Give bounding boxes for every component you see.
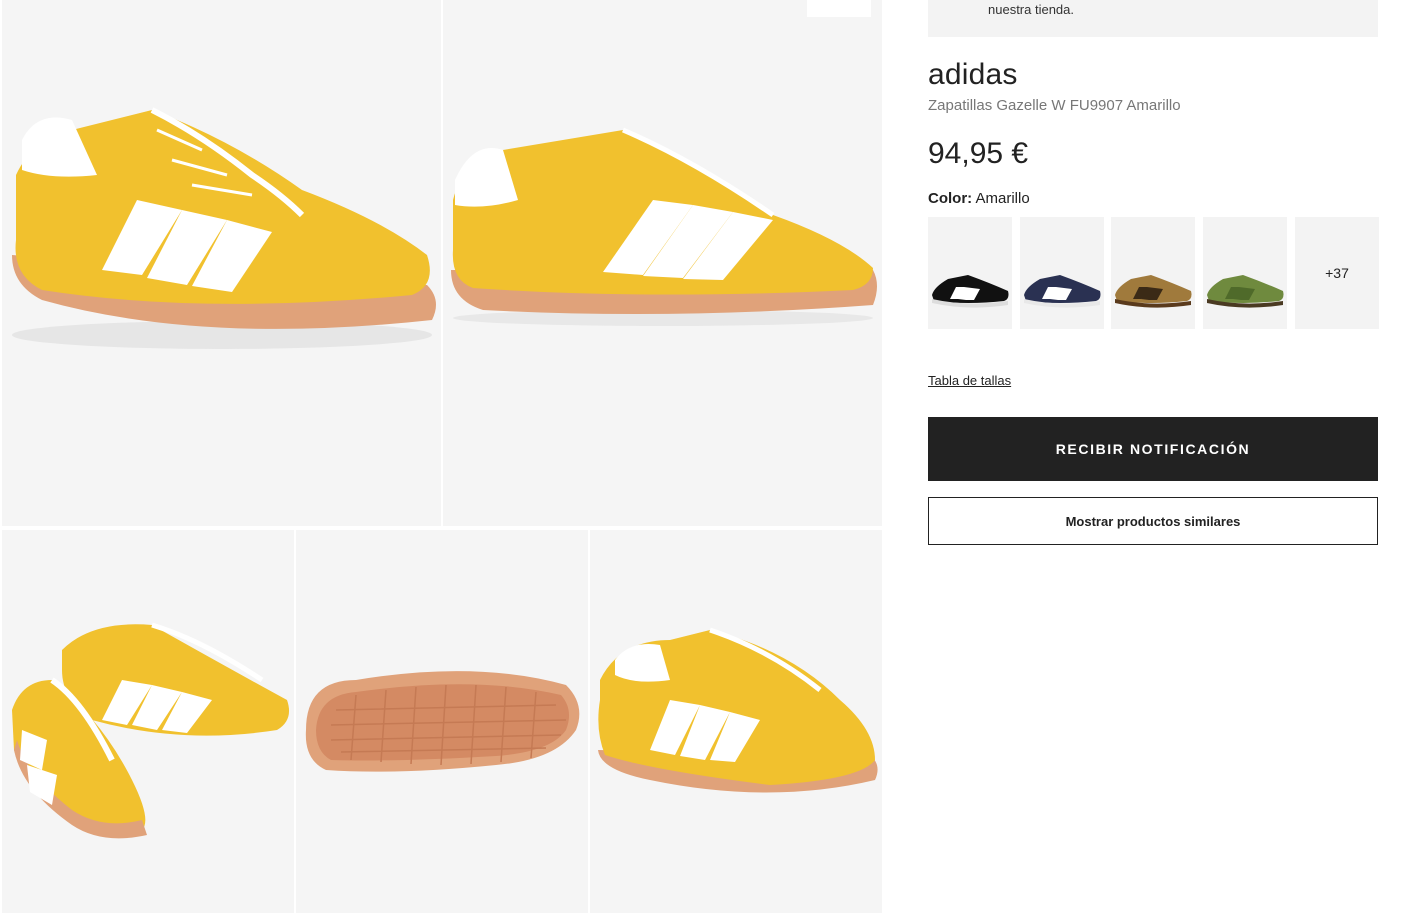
store-notice: nuestra tienda. bbox=[928, 0, 1378, 37]
brown-gazelle-swatch-icon bbox=[1115, 275, 1192, 308]
color-selection: Color: Amarillo bbox=[928, 190, 1030, 207]
store-notice-text: nuestra tienda. bbox=[988, 2, 1075, 17]
product-subtitle: Zapatillas Gazelle W FU9907 Amarillo bbox=[928, 97, 1181, 114]
gallery-image-sole[interactable] bbox=[296, 530, 588, 913]
green-gazelle-swatch-icon bbox=[1207, 275, 1284, 308]
wishlist-button[interactable] bbox=[807, 0, 871, 17]
gallery-image-front-angle[interactable] bbox=[590, 530, 882, 913]
swatch-brown[interactable] bbox=[1111, 217, 1195, 329]
black-gazelle-swatch-icon bbox=[932, 275, 1009, 308]
gallery-image-pair[interactable] bbox=[2, 530, 294, 913]
swatch-green[interactable] bbox=[1203, 217, 1287, 329]
gallery-image-side-angle[interactable] bbox=[2, 0, 441, 526]
swatch-navy[interactable] bbox=[1020, 217, 1104, 329]
color-swatches: +37 bbox=[928, 217, 1379, 329]
navy-gazelle-swatch-icon bbox=[1024, 275, 1101, 308]
size-chart-link[interactable]: Tabla de tallas bbox=[928, 373, 1011, 388]
swatch-more[interactable]: +37 bbox=[1295, 217, 1379, 329]
gallery-image-profile[interactable] bbox=[443, 0, 882, 526]
color-value: Amarillo bbox=[975, 190, 1030, 207]
product-brand[interactable]: adidas bbox=[928, 58, 1018, 92]
show-similar-button[interactable]: Mostrar productos similares bbox=[928, 497, 1378, 545]
product-price: 94,95 € bbox=[928, 137, 1029, 170]
notify-button[interactable]: RECIBIR NOTIFICACIÓN bbox=[928, 417, 1378, 481]
swatch-black[interactable] bbox=[928, 217, 1012, 329]
color-label: Color: bbox=[928, 190, 973, 207]
product-gallery bbox=[0, 0, 884, 913]
